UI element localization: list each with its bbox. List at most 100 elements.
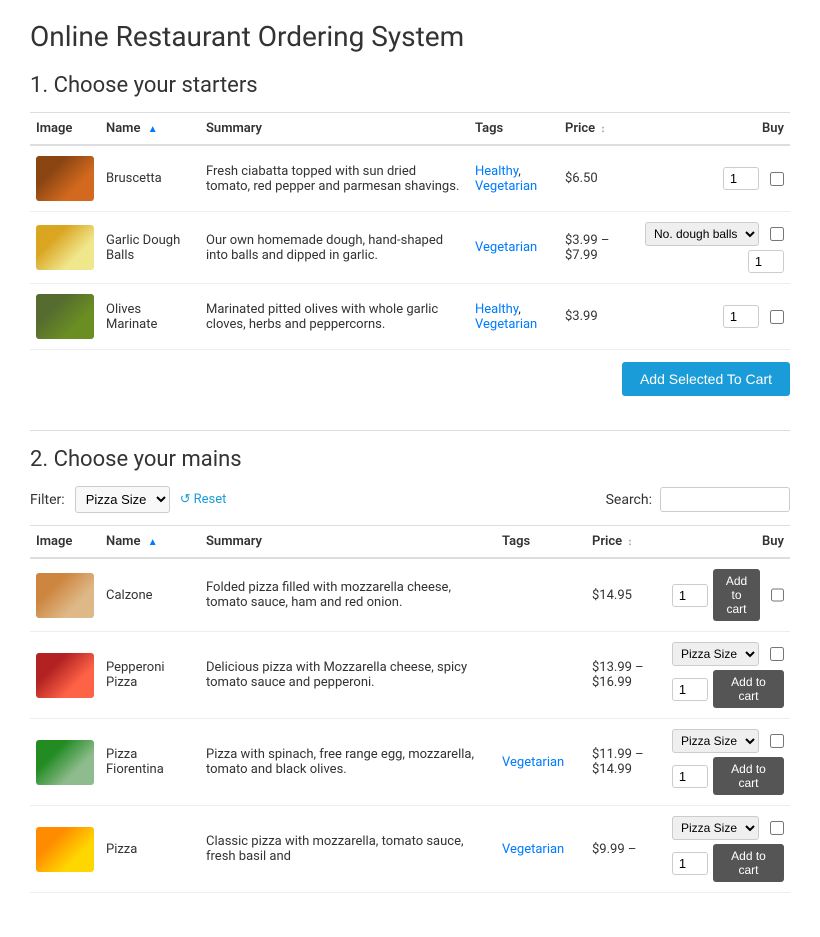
- starters-col-name[interactable]: Name ▲: [100, 113, 200, 146]
- pizza-size-select[interactable]: Pizza Size: [672, 642, 759, 666]
- mains-col-price[interactable]: Price ↕: [586, 526, 666, 559]
- starter-qty-input[interactable]: [748, 250, 784, 273]
- starter-item-checkbox[interactable]: [770, 310, 784, 324]
- search-input[interactable]: [660, 487, 790, 512]
- mains-price-sort-icon: ↕: [627, 537, 632, 548]
- filter-label: Filter:: [30, 492, 65, 508]
- mains-col-name[interactable]: Name ▲: [100, 526, 200, 559]
- starters-table-header: Image Name ▲ Summary Tags Price ↕ Buy: [30, 113, 790, 146]
- mains-item-tags: [496, 558, 586, 632]
- mains-item-buy: Add to cart: [666, 558, 790, 632]
- mains-col-tags: Tags: [496, 526, 586, 559]
- starters-item-summary: Our own homemade dough, hand-shaped into…: [200, 212, 469, 284]
- mains-col-buy: Buy: [666, 526, 790, 559]
- starters-item-tags: Healthy, Vegetarian: [469, 284, 559, 350]
- starters-item-price: $3.99: [559, 284, 639, 350]
- mains-item-price: $11.99 – $14.99: [586, 719, 666, 806]
- mains-qty-input[interactable]: [672, 852, 708, 875]
- pizza-size-select[interactable]: Pizza Size: [672, 816, 759, 840]
- starters-item-summary: Marinated pitted olives with whole garli…: [200, 284, 469, 350]
- mains-item-tags: [496, 632, 586, 719]
- starters-item-tags: Vegetarian: [469, 212, 559, 284]
- mains-item-image: [30, 632, 100, 719]
- starters-item-buy: No. dough balls: [639, 212, 790, 284]
- starters-heading: 1. Choose your starters: [30, 73, 790, 98]
- add-to-cart-button[interactable]: Add to cart: [713, 757, 784, 795]
- starters-item-image: [30, 212, 100, 284]
- add-selected-to-cart-button[interactable]: Add Selected To Cart: [622, 362, 790, 396]
- mains-row: PizzaClassic pizza with mozzarella, toma…: [30, 806, 790, 893]
- mains-item-buy: Pizza Size Add to cart: [666, 632, 790, 719]
- mains-item-buy: Pizza Size Add to cart: [666, 806, 790, 893]
- tag-link[interactable]: Healthy: [475, 302, 518, 317]
- starters-item-buy: [639, 145, 790, 212]
- filter-select[interactable]: Pizza Size: [75, 486, 170, 513]
- starters-col-tags: Tags: [469, 113, 559, 146]
- starters-col-price[interactable]: Price ↕: [559, 113, 639, 146]
- mains-item-checkbox[interactable]: [770, 821, 784, 835]
- section-divider: [30, 430, 790, 431]
- mains-row: Pepperoni PizzaDelicious pizza with Mozz…: [30, 632, 790, 719]
- reset-link[interactable]: ↺ Reset: [180, 492, 227, 507]
- dough-balls-select[interactable]: No. dough balls: [645, 222, 759, 246]
- mains-item-image: [30, 806, 100, 893]
- starters-item-price: $6.50: [559, 145, 639, 212]
- mains-item-summary: Pizza with spinach, free range egg, mozz…: [200, 719, 496, 806]
- mains-qty-input[interactable]: [672, 584, 708, 607]
- starters-item-price: $3.99 – $7.99: [559, 212, 639, 284]
- filter-row: Filter: Pizza Size ↺ Reset Search:: [30, 486, 790, 513]
- mains-item-summary: Classic pizza with mozzarella, tomato sa…: [200, 806, 496, 893]
- tag-link[interactable]: Vegetarian: [502, 755, 564, 770]
- mains-item-name: Calzone: [100, 558, 200, 632]
- tag-link[interactable]: Vegetarian: [475, 240, 537, 255]
- add-to-cart-button[interactable]: Add to cart: [713, 844, 784, 882]
- starters-table: Image Name ▲ Summary Tags Price ↕ Buy Br…: [30, 112, 790, 350]
- mains-item-price: $14.95: [586, 558, 666, 632]
- mains-col-summary: Summary: [200, 526, 496, 559]
- mains-table: Image Name ▲ Summary Tags Price ↕ Buy Ca…: [30, 525, 790, 893]
- add-to-cart-button[interactable]: Add to cart: [713, 569, 760, 621]
- starter-item-checkbox[interactable]: [770, 227, 784, 241]
- starter-qty-input[interactable]: [723, 305, 759, 328]
- mains-item-price: $9.99 –: [586, 806, 666, 893]
- starters-row: Garlic Dough BallsOur own homemade dough…: [30, 212, 790, 284]
- starters-item-image: [30, 145, 100, 212]
- tag-link[interactable]: Healthy: [475, 164, 518, 179]
- mains-row: CalzoneFolded pizza filled with mozzarel…: [30, 558, 790, 632]
- tag-link[interactable]: Vegetarian: [502, 842, 564, 857]
- starter-item-checkbox[interactable]: [770, 172, 784, 186]
- search-area: Search:: [606, 487, 790, 512]
- mains-item-image: [30, 558, 100, 632]
- tag-link[interactable]: Vegetarian: [475, 317, 537, 332]
- mains-item-summary: Folded pizza filled with mozzarella chee…: [200, 558, 496, 632]
- starters-row: BruscettaFresh ciabatta topped with sun …: [30, 145, 790, 212]
- mains-item-checkbox[interactable]: [770, 734, 784, 748]
- starters-item-tags: Healthy, Vegetarian: [469, 145, 559, 212]
- reset-icon: ↺: [180, 492, 191, 507]
- mains-item-checkbox[interactable]: [770, 647, 784, 661]
- starters-item-name: Bruscetta: [100, 145, 200, 212]
- page-title: Online Restaurant Ordering System: [30, 20, 790, 53]
- mains-item-price: $13.99 – $16.99: [586, 632, 666, 719]
- add-to-cart-button[interactable]: Add to cart: [713, 670, 784, 708]
- starters-section: 1. Choose your starters Image Name ▲ Sum…: [30, 73, 790, 406]
- mains-row: Pizza FiorentinaPizza with spinach, free…: [30, 719, 790, 806]
- search-label: Search:: [606, 492, 652, 508]
- mains-item-image: [30, 719, 100, 806]
- mains-col-image: Image: [30, 526, 100, 559]
- mains-item-checkbox[interactable]: [771, 588, 784, 602]
- starter-qty-input[interactable]: [723, 167, 759, 190]
- tag-link[interactable]: Vegetarian: [475, 179, 537, 194]
- mains-table-header: Image Name ▲ Summary Tags Price ↕ Buy: [30, 526, 790, 559]
- mains-name-sort-icon: ▲: [148, 537, 158, 548]
- mains-item-summary: Delicious pizza with Mozzarella cheese, …: [200, 632, 496, 719]
- mains-item-buy: Pizza Size Add to cart: [666, 719, 790, 806]
- pizza-size-select[interactable]: Pizza Size: [672, 729, 759, 753]
- mains-item-name: Pizza: [100, 806, 200, 893]
- mains-item-tags: Vegetarian: [496, 806, 586, 893]
- mains-heading: 2. Choose your mains: [30, 447, 790, 472]
- mains-qty-input[interactable]: [672, 765, 708, 788]
- mains-item-name: Pepperoni Pizza: [100, 632, 200, 719]
- starters-col-buy: Buy: [639, 113, 790, 146]
- starters-item-buy: [639, 284, 790, 350]
